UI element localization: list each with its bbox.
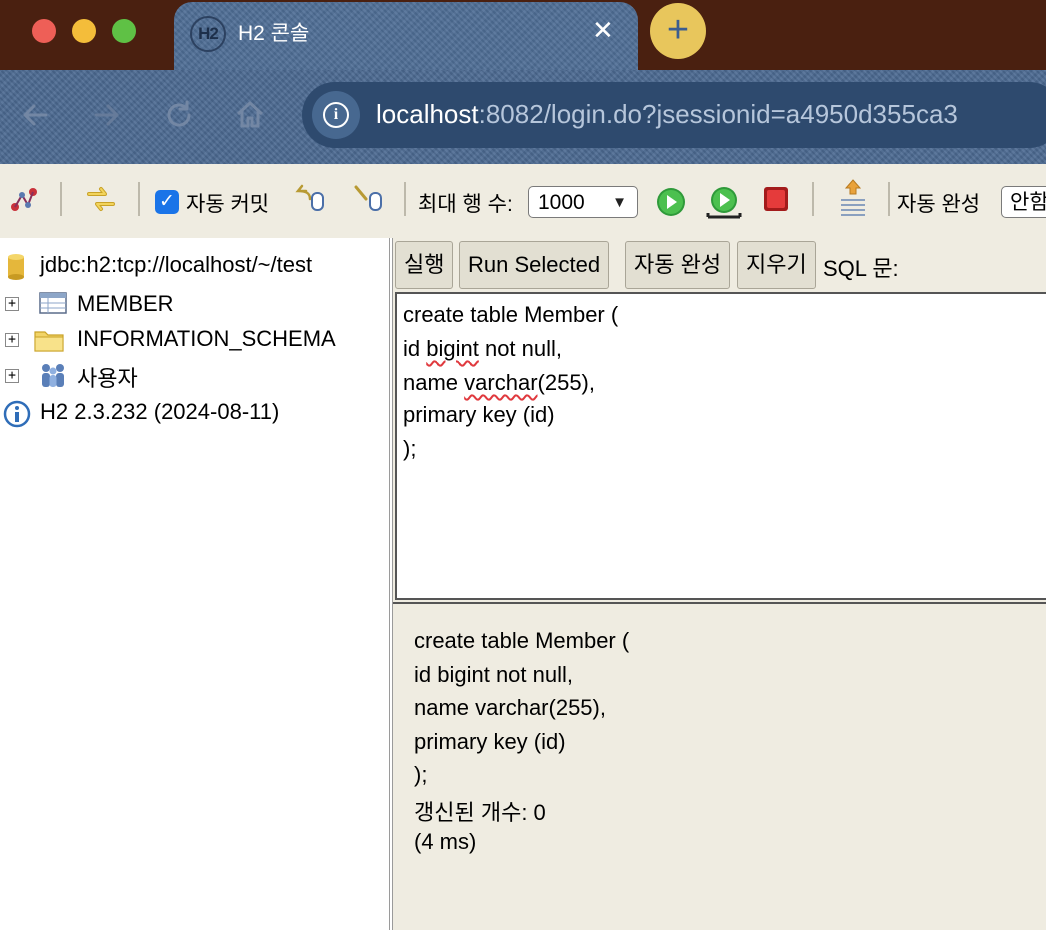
editor-line: name varchar(255), — [403, 370, 595, 395]
tab-title: H2 콘솔 — [238, 22, 310, 45]
tree-item-label: MEMBER — [77, 291, 174, 316]
query-panel: 실행 Run Selected 자동 완성 지우기 SQL 문: create … — [393, 238, 1046, 930]
expand-icon[interactable]: + — [5, 333, 19, 347]
close-window-button[interactable] — [32, 19, 56, 43]
history-icon[interactable] — [838, 178, 868, 223]
url-text[interactable]: localhost:8082/login.do?jsessionid=a4950… — [376, 99, 958, 130]
auto-commit-checkbox[interactable]: ✓ — [155, 190, 179, 214]
h2-toolbar: ✓ 자동 커밋 최대 행 수: 1000 ▼ 자동 완성 안함 — [0, 164, 1046, 239]
database-icon — [6, 253, 26, 287]
editor-line: primary key (id) — [403, 402, 555, 427]
connection-url: jdbc:h2:tcp://localhost/~/test — [40, 252, 313, 277]
minimize-window-button[interactable] — [72, 19, 96, 43]
new-tab-button[interactable]: + — [650, 3, 706, 59]
run-icon[interactable] — [655, 186, 687, 223]
editor-line: ); — [403, 436, 417, 461]
address-bar[interactable]: i localhost:8082/login.do?jsessionid=a49… — [302, 82, 1046, 148]
run-button[interactable]: 실행 — [395, 241, 454, 289]
autocomplete-select[interactable]: 안함 — [1001, 186, 1046, 218]
tree-item-label: 사용자 — [77, 366, 138, 391]
editor-line: id bigint not null, — [403, 336, 563, 361]
close-tab-icon[interactable]: ✕ — [592, 15, 614, 45]
result-update-count: 갱신된 개수: 0 — [414, 800, 546, 825]
disconnect-icon[interactable] — [9, 185, 41, 220]
refresh-icon[interactable] — [85, 182, 117, 221]
h2-favicon-icon: H2 — [190, 16, 226, 52]
users-icon — [38, 361, 68, 395]
expand-icon[interactable]: + — [5, 369, 19, 383]
forward-icon[interactable] — [90, 98, 124, 141]
result-line: name varchar(255), — [414, 695, 606, 720]
autocomplete-button[interactable]: 자동 완성 — [625, 241, 731, 289]
result-timing: (4 ms) — [414, 829, 477, 854]
home-icon[interactable] — [233, 98, 267, 141]
browser-tab[interactable]: H2 H2 콘솔 ✕ — [174, 2, 638, 70]
info-icon — [3, 400, 31, 434]
version-text: H2 2.3.232 (2024-08-11) — [40, 399, 280, 424]
run-selected-button[interactable]: Run Selected — [459, 241, 610, 289]
max-rows-label: 최대 행 수: — [418, 193, 513, 216]
result-line: id bigint not null, — [414, 662, 573, 687]
max-rows-select[interactable]: 1000 ▼ — [528, 186, 638, 218]
back-icon[interactable] — [18, 98, 52, 141]
editor-line: create table Member ( — [403, 302, 619, 327]
stop-icon[interactable] — [763, 186, 789, 217]
site-info-icon[interactable]: i — [312, 91, 360, 139]
tree-item-label: INFORMATION_SCHEMA — [77, 326, 336, 351]
browser-navbar: i localhost:8082/login.do?jsessionid=a49… — [0, 70, 1046, 164]
run-selected-icon[interactable] — [705, 184, 743, 227]
result-line: ); — [414, 762, 428, 787]
reload-icon[interactable] — [162, 98, 196, 141]
result-line: primary key (id) — [414, 729, 566, 754]
table-icon — [39, 292, 67, 320]
result-line: create table Member ( — [414, 628, 630, 653]
folder-icon — [33, 327, 65, 359]
autocomplete-label: 자동 완성 — [897, 193, 981, 216]
maximize-window-button[interactable] — [112, 19, 136, 43]
sql-editor[interactable]: create table Member ( id bigint not null… — [395, 292, 1046, 600]
schema-tree: jdbc:h2:tcp://localhost/~/test + MEMBER … — [0, 238, 389, 930]
commit-icon[interactable] — [352, 183, 386, 218]
expand-icon[interactable]: + — [5, 297, 19, 311]
browser-titlebar: H2 H2 콘솔 ✕ + — [0, 0, 1046, 70]
result-divider — [393, 602, 1046, 604]
auto-commit-label: 자동 커밋 — [186, 193, 270, 216]
rollback-icon[interactable] — [292, 183, 326, 218]
clear-button[interactable]: 지우기 — [737, 241, 816, 289]
sql-statement-label: SQL 문: — [823, 256, 899, 281]
